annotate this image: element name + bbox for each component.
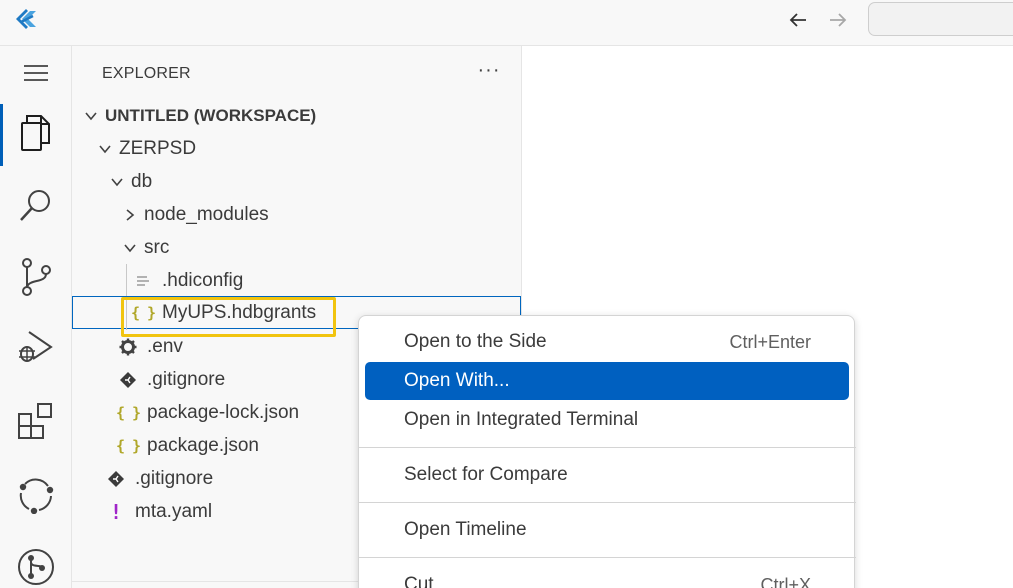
json-braces-icon: { } (130, 303, 156, 322)
menu-item-open-to-side[interactable]: Open to the Side Ctrl+Enter (365, 323, 849, 361)
explorer-files-icon[interactable] (0, 98, 72, 168)
source-control-icon[interactable] (0, 242, 72, 312)
tree-folder-row[interactable]: node_modules (72, 198, 521, 231)
tree-item-label: .env (147, 335, 183, 357)
context-menu: Open to the Side Ctrl+Enter Open With...… (358, 315, 856, 588)
menu-separator (359, 447, 856, 448)
menu-item-label: Open Timeline (404, 519, 527, 540)
menu-item-label: Cut (404, 574, 434, 588)
tree-item-label: .hdiconfig (162, 269, 244, 291)
menu-item-open-in-terminal[interactable]: Open in Integrated Terminal (365, 401, 849, 439)
chevron-down-icon (108, 173, 126, 191)
tree-item-label: .gitignore (135, 467, 214, 489)
tree-folder-row[interactable]: ZERPSD (72, 132, 521, 165)
indent-guide (126, 297, 127, 330)
forward-arrow-icon[interactable] (824, 7, 852, 33)
git-diamond-icon (106, 469, 126, 489)
menu-hamburger-icon[interactable] (0, 46, 72, 100)
app-logo-icon (13, 6, 39, 32)
extensions-icon[interactable] (0, 386, 72, 456)
remote-explorer-icon[interactable] (0, 460, 72, 530)
json-braces-icon: { } (115, 403, 141, 422)
title-bar (0, 0, 1013, 46)
back-arrow-icon[interactable] (784, 7, 812, 33)
command-center-search[interactable] (868, 2, 1013, 36)
yaml-exclamation-icon: ! (109, 499, 123, 524)
menu-item-open-with[interactable]: Open With... (365, 362, 849, 400)
chevron-down-icon (82, 107, 100, 125)
json-braces-icon: { } (115, 436, 141, 455)
tree-file-row[interactable]: .hdiconfig (72, 264, 521, 297)
chevron-down-icon (96, 140, 114, 158)
more-actions-icon[interactable]: ··· (475, 56, 503, 84)
tree-item-label: node_modules (144, 203, 269, 225)
menu-item-label: Select for Compare (404, 464, 568, 485)
menu-item-label: Open to the Side (404, 331, 547, 352)
tree-item-label: package.json (147, 434, 259, 456)
tree-item-label: MyUPS.hdbgrants (162, 301, 317, 323)
tree-workspace-row[interactable]: UNTITLED (WORKSPACE) (72, 99, 521, 132)
menu-item-shortcut: Ctrl+Enter (729, 331, 811, 352)
chevron-right-icon (121, 206, 139, 224)
tree-item-label: package-lock.json (147, 401, 300, 423)
menu-item-label: Open in Integrated Terminal (404, 409, 639, 430)
search-icon[interactable] (0, 170, 72, 240)
menu-item-shortcut: Ctrl+X (760, 574, 811, 588)
menu-item-cut[interactable]: Cut Ctrl+X (365, 566, 849, 588)
explorer-title: EXPLORER (102, 65, 191, 82)
tree-item-label: ZERPSD (119, 137, 197, 159)
run-debug-icon[interactable] (0, 312, 72, 382)
workspace-label: UNTITLED (WORKSPACE) (105, 105, 317, 125)
tree-item-label: db (131, 170, 153, 192)
chevron-down-icon (121, 239, 139, 257)
activity-bar (0, 46, 72, 588)
menu-item-open-timeline[interactable]: Open Timeline (365, 511, 849, 549)
menu-separator (359, 557, 856, 558)
menu-item-label: Open With... (404, 370, 510, 391)
menu-separator (359, 502, 856, 503)
tree-folder-row[interactable]: src (72, 231, 521, 264)
tree-item-label: .gitignore (147, 368, 226, 390)
tree-item-label: mta.yaml (135, 500, 213, 522)
tree-folder-row[interactable]: db (72, 165, 521, 198)
gear-icon (118, 337, 138, 357)
menu-item-select-for-compare[interactable]: Select for Compare (365, 456, 849, 494)
indent-guide (126, 264, 127, 297)
file-lines-icon (133, 271, 153, 291)
git-diamond-icon (118, 370, 138, 390)
git-graph-icon[interactable] (0, 532, 72, 588)
tree-item-label: src (144, 236, 170, 258)
